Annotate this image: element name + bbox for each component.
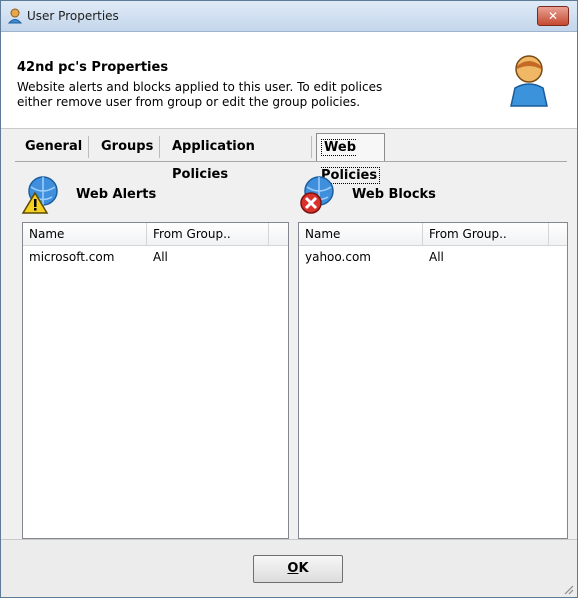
page-description: Website alerts and blocks applied to thi…	[17, 80, 457, 110]
web-blocks-list[interactable]: Name From Group.. yahoo.com All	[298, 222, 568, 539]
tab-groups[interactable]: Groups	[101, 133, 153, 161]
table-row[interactable]: yahoo.com All	[299, 248, 567, 266]
web-alerts-list-header: Name From Group..	[23, 223, 288, 246]
resize-grip-icon[interactable]	[562, 583, 574, 595]
tab-separator	[88, 136, 89, 158]
user-properties-window: User Properties ✕ 42nd pc's Properties W…	[0, 0, 578, 598]
web-alerts-list[interactable]: Name From Group.. microsoft.com All	[22, 222, 289, 539]
blocked-globe-icon	[300, 176, 334, 214]
row-group-cell: All	[153, 250, 168, 264]
tab-application-policies[interactable]: Application Policies	[172, 133, 255, 182]
web-alerts-title: Web Alerts	[76, 187, 157, 202]
tab-separator	[311, 136, 312, 158]
window-title: User Properties	[27, 9, 119, 23]
tab-web-policies[interactable]: Web Policies	[316, 133, 386, 184]
page-title: 42nd pc's Properties	[17, 60, 169, 75]
tab-general[interactable]: General	[25, 133, 82, 161]
column-from-group-header[interactable]: From Group..	[147, 223, 269, 245]
user-avatar-icon	[510, 55, 548, 107]
row-name-cell: microsoft.com	[29, 250, 115, 264]
header-panel: 42nd pc's Properties Website alerts and …	[1, 32, 577, 129]
row-name-cell: yahoo.com	[305, 250, 371, 264]
web-blocks-list-header: Name From Group..	[299, 223, 567, 246]
warning-globe-icon	[21, 176, 58, 214]
description-line-2: either remove user from group or edit th…	[17, 95, 361, 109]
column-from-group-header[interactable]: From Group..	[423, 223, 549, 245]
title-bar[interactable]: User Properties ✕	[1, 1, 577, 32]
row-group-cell: All	[429, 250, 444, 264]
dialog-footer: OK	[1, 539, 577, 597]
ok-button[interactable]: OK	[253, 555, 343, 583]
description-line-1: Website alerts and blocks applied to thi…	[17, 80, 383, 94]
tab-separator	[159, 136, 160, 158]
column-name-header[interactable]: Name	[23, 223, 147, 245]
table-row[interactable]: microsoft.com All	[23, 248, 288, 266]
user-icon	[7, 8, 23, 24]
ok-label-rest: K	[298, 561, 309, 576]
web-blocks-title: Web Blocks	[352, 187, 436, 202]
close-button[interactable]: ✕	[537, 6, 569, 26]
column-name-header[interactable]: Name	[299, 223, 423, 245]
close-icon: ✕	[547, 9, 559, 23]
ok-mnemonic: O	[287, 561, 299, 576]
